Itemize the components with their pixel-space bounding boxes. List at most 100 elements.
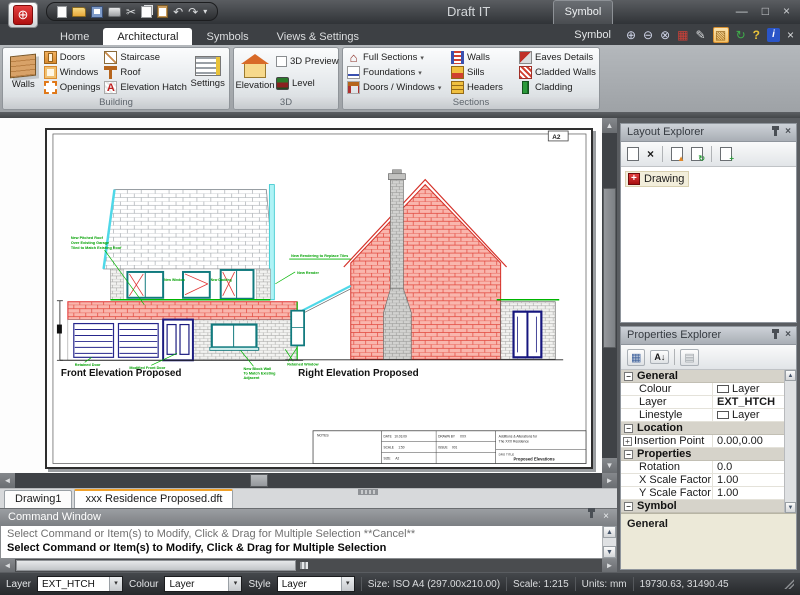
properties-explorer-titlebar[interactable]: Properties Explorer × [621,327,796,345]
collapse-box-icon[interactable]: − [624,372,633,381]
style-combo-arrow-icon[interactable]: ▾ [341,577,354,591]
redo-icon[interactable]: ↷ [188,6,198,18]
command-scroll-up-icon[interactable]: ▲ [603,526,616,538]
export-layout-icon[interactable]: ▲ [671,147,683,161]
sort-az-icon[interactable]: A↓ [650,350,669,364]
full-sections-button[interactable]: ⌂Full Sections▾ [347,50,447,65]
settings-button[interactable]: Settings [188,49,227,96]
category-properties[interactable]: −Properties [621,448,784,461]
staircase-button[interactable]: Staircase [104,50,186,65]
layer-combo[interactable]: EXT_HTCH ▾ [37,576,123,592]
command-pin-icon[interactable] [590,511,593,518]
maximize-button[interactable]: □ [762,4,769,18]
grid-icon[interactable]: ▦ [677,28,688,42]
zoom-in-icon[interactable]: ⊕ [626,28,636,42]
cut-icon[interactable]: ✂ [126,6,136,18]
category-general[interactable]: −General [621,370,784,383]
snap-icon[interactable]: ✎ [696,28,706,42]
drawing-canvas[interactable]: A2 [0,118,602,473]
scroll-up-button[interactable]: ▲ [602,118,617,133]
scroll-down-button[interactable]: ▼ [602,458,617,473]
elevation-hatch-button[interactable]: AElevation Hatch [104,80,186,95]
tab-views-settings[interactable]: Views & Settings [263,28,373,45]
doors-button[interactable]: Doors [44,50,101,65]
zoom-extents-icon[interactable]: ⊗ [660,28,670,42]
collapse-box-icon[interactable]: − [624,424,633,433]
property-row-linestyle[interactable]: LinestyleLayer [621,409,784,422]
category-symbol[interactable]: −Symbol [621,500,784,513]
help-icon[interactable]: ? [753,28,760,42]
categorized-view-icon[interactable]: ▦ [627,349,645,366]
doors-windows-button[interactable]: Doors / Windows▾ [347,80,447,95]
property-row-insertion[interactable]: +Insertion Point0.00,0.00 [621,435,784,448]
layout-item-drawing[interactable]: Drawing [625,171,689,187]
close-button[interactable]: × [783,4,790,18]
level-button[interactable]: Level [276,76,339,91]
layout-close-icon[interactable]: × [785,127,791,137]
properties-scroll-down-icon[interactable]: ▼ [785,502,796,513]
layout-pin-icon[interactable] [774,129,777,136]
new-layout-icon[interactable] [627,147,639,161]
symbol-tool-icon[interactable]: ▧ [713,27,729,43]
collapse-box-icon[interactable]: − [624,502,633,511]
command-horizontal-thumb[interactable] [16,560,296,571]
walls-button[interactable]: Walls [5,49,42,96]
scroll-right-button[interactable]: ► [602,473,617,488]
print-icon[interactable] [108,7,121,17]
command-scroll-right-icon[interactable]: ► [602,559,617,572]
drawing-sheet[interactable]: A2 [45,128,593,469]
openings-button[interactable]: Openings [44,80,101,95]
category-location[interactable]: −Location [621,422,784,435]
horizontal-scroll-thumb[interactable] [250,474,268,487]
resize-grip[interactable] [784,579,794,589]
splitter-grip[interactable] [358,489,378,495]
context-tab-symbol[interactable]: Symbol [553,0,613,24]
3d-preview-checkbox[interactable]: 3D Preview [276,54,339,69]
command-window-titlebar[interactable]: Command Window × [0,509,617,526]
save-icon[interactable] [91,6,103,18]
style-combo[interactable]: Layer ▾ [277,576,355,592]
canvas-horizontal-scrollbar[interactable]: ◄ ► [0,473,617,488]
roof-button[interactable]: Roof [104,65,186,80]
doc-tab-drawing1[interactable]: Drawing1 [4,490,72,508]
command-vertical-scrollbar[interactable]: ▲ ▼ [602,526,616,558]
property-row-xscale[interactable]: X Scale Factor1.00 [621,474,784,487]
property-row-yscale[interactable]: Y Scale Factor1.00 [621,487,784,500]
property-row-colour[interactable]: ColourLayer [621,383,784,396]
canvas-vertical-scrollbar[interactable]: ▲ ▼ [602,118,617,473]
application-menu-button[interactable]: ⊕ [8,2,38,28]
foundations-dropdown-icon[interactable]: ▾ [418,69,422,77]
elevation-button[interactable]: Elevation [236,49,274,96]
section-walls-button[interactable]: Walls [451,50,515,65]
properties-pin-icon[interactable] [774,332,777,339]
headers-button[interactable]: Headers [451,80,515,95]
tab-architectural[interactable]: Architectural [103,28,192,45]
command-scroll-left-icon[interactable]: ◄ [0,559,15,572]
collapse-box-icon[interactable]: − [624,450,633,459]
refresh-layout-icon[interactable]: ↻ [691,147,703,161]
tab-symbols[interactable]: Symbols [192,28,262,45]
sills-button[interactable]: Sills [451,65,515,80]
new-icon[interactable] [57,6,67,18]
colour-combo-arrow-icon[interactable]: ▾ [228,577,241,591]
property-row-layer[interactable]: LayerEXT_HTCH [621,396,784,409]
scroll-left-button[interactable]: ◄ [0,473,15,488]
layout-explorer-titlebar[interactable]: Layout Explorer × [621,124,796,142]
eaves-details-button[interactable]: Eaves Details [519,50,595,65]
tab-home[interactable]: Home [46,28,103,45]
command-close-icon[interactable]: × [603,511,609,522]
delete-layout-icon[interactable]: × [647,147,654,161]
zoom-out-icon[interactable]: ⊖ [643,28,653,42]
qat-dropdown-icon[interactable]: ▾ [203,6,207,18]
info-icon[interactable]: i [767,28,780,42]
colour-combo[interactable]: Layer ▾ [164,576,242,592]
paste-icon[interactable] [157,5,168,18]
properties-close-icon[interactable]: × [785,330,791,340]
copy-icon[interactable] [141,6,152,18]
undo-icon[interactable]: ↶ [173,6,183,18]
full-sections-dropdown-icon[interactable]: ▾ [420,54,424,62]
command-scroll-down-icon[interactable]: ▼ [603,546,616,558]
expand-box-icon[interactable]: + [623,437,632,446]
cladding-button[interactable]: Cladding [519,80,595,95]
minimize-button[interactable]: — [736,4,748,18]
